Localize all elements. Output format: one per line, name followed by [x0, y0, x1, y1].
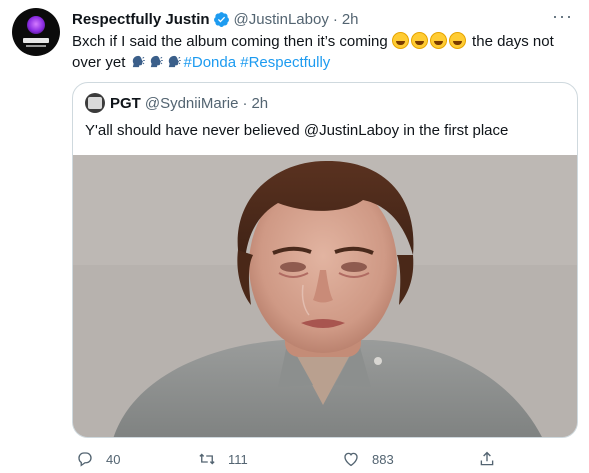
- tweet-timestamp[interactable]: 2h: [342, 11, 359, 28]
- laughing-emoji-icon: [391, 32, 409, 49]
- heart-icon: [344, 452, 358, 467]
- quoted-author-name: PGT: [110, 94, 141, 112]
- hashtag-donda[interactable]: #Donda: [184, 54, 237, 71]
- more-options-icon[interactable]: ···: [552, 6, 573, 27]
- avatar-purple-glow: [27, 16, 45, 34]
- hashtag-respectfully[interactable]: #Respectfully: [240, 54, 330, 71]
- tweet-text: Bxch if I said the album coming then it’…: [72, 31, 572, 73]
- share-icon: [480, 451, 494, 466]
- share-button[interactable]: [478, 450, 508, 468]
- avatar-logo-subbar: [26, 45, 46, 47]
- quoted-tweet[interactable]: PGT @SydniiMarie · 2h Y'all should have …: [72, 82, 578, 438]
- reply-count: 40: [106, 451, 121, 467]
- speaking-head-emoji-icon: [168, 55, 181, 68]
- laughing-emoji-icon: [448, 32, 466, 49]
- reply-icon: [78, 452, 92, 467]
- quoted-tweet-header: PGT @SydniiMarie · 2h: [85, 93, 269, 113]
- laughing-emoji-icon: [429, 32, 447, 49]
- tweet-actions: 40 111 883: [72, 450, 512, 470]
- verified-badge-icon: [213, 11, 229, 27]
- retweet-icon: [199, 453, 215, 465]
- quoted-tweet-image[interactable]: [73, 155, 577, 437]
- like-button[interactable]: 883: [342, 450, 394, 468]
- quoted-tweet-text: Y'all should have never believed @Justin…: [85, 122, 509, 139]
- tweet-header: Respectfully Justin @JustinLaboy · 2h: [72, 9, 359, 29]
- reply-button[interactable]: 40: [76, 450, 120, 468]
- speaking-head-emoji-icon: [150, 55, 163, 68]
- author-handle[interactable]: @JustinLaboy: [234, 11, 329, 28]
- retweet-count: 111: [228, 451, 248, 467]
- quoted-tweet-timestamp: 2h: [251, 94, 269, 112]
- quoted-author-handle: @SydniiMarie: [144, 94, 239, 112]
- header-separator: ·: [332, 10, 338, 28]
- author-name[interactable]: Respectfully Justin: [72, 11, 210, 28]
- laughing-emoji-icon: [410, 32, 428, 49]
- like-count: 883: [372, 451, 394, 467]
- speaking-head-emoji-icon: [132, 55, 145, 68]
- retweet-button[interactable]: 111: [198, 450, 248, 468]
- quoted-author-avatar: [85, 93, 105, 113]
- author-avatar[interactable]: [12, 8, 60, 56]
- avatar-logo-bar: [23, 38, 49, 43]
- crying-woman-photo: [73, 155, 577, 437]
- quoted-header-separator: ·: [242, 94, 248, 112]
- tweet-text-part1: Bxch if I said the album coming then it’…: [72, 33, 392, 50]
